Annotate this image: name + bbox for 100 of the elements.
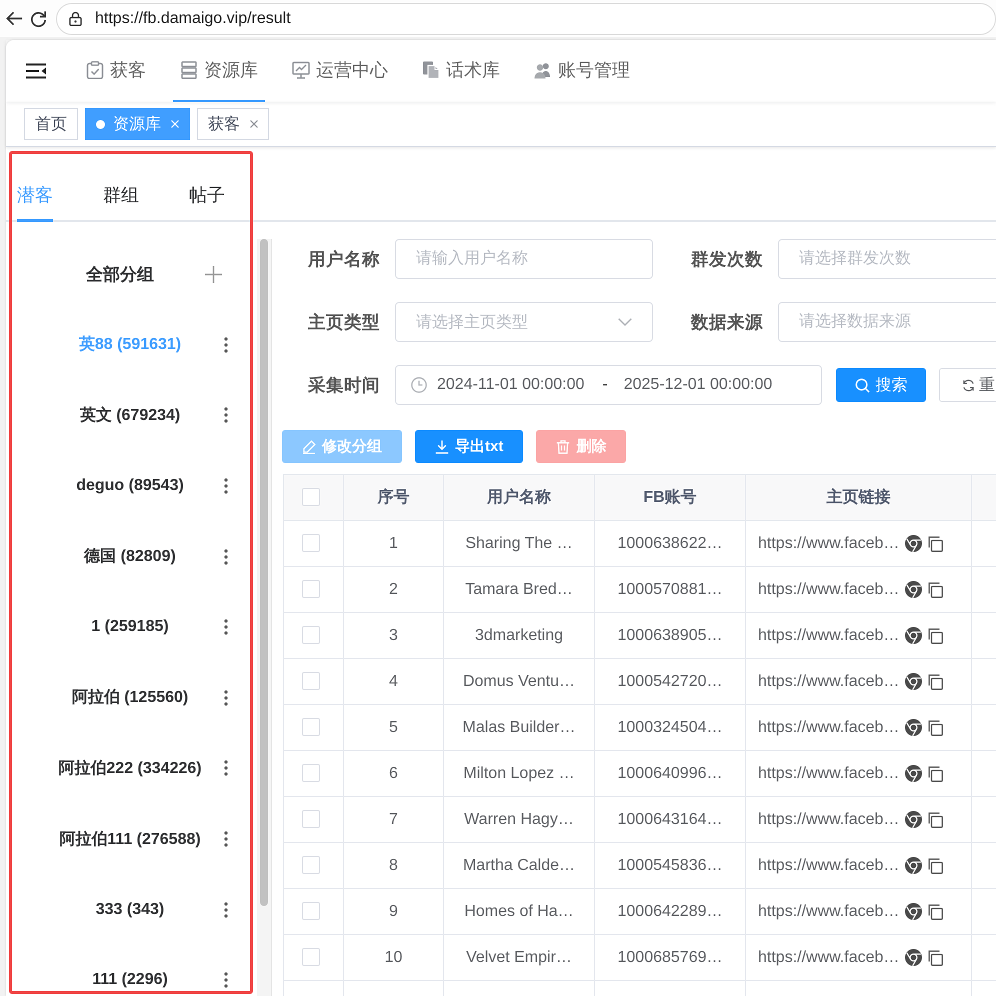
row-checkbox[interactable] xyxy=(302,810,320,828)
copy-icon[interactable] xyxy=(927,536,944,552)
more-icon[interactable] xyxy=(224,690,228,706)
column-header: 序号 xyxy=(344,474,444,520)
more-icon[interactable] xyxy=(224,831,228,848)
table-cell: Tamara Bred… xyxy=(444,566,594,612)
more-icon[interactable] xyxy=(224,336,228,353)
nav-tab[interactable]: 账号管理 xyxy=(527,40,637,102)
nav-tab[interactable]: 获客 xyxy=(79,40,153,102)
address-bar[interactable]: https://fb.damaigo.vip/result xyxy=(56,2,996,34)
browser-icon[interactable] xyxy=(905,903,922,920)
reset-button[interactable]: 重 xyxy=(939,368,996,402)
more-icon[interactable] xyxy=(224,902,228,918)
profile-url: https://www.faceb… xyxy=(758,672,900,690)
table-cell: 1 xyxy=(344,520,444,566)
profile-url: https://www.faceb… xyxy=(758,948,900,966)
group-item[interactable]: 阿拉伯111 (276588) xyxy=(59,830,201,848)
row-checkbox[interactable] xyxy=(302,580,320,598)
nav-tab[interactable]: 资源库 xyxy=(173,40,265,102)
profile-url: https://www.faceb… xyxy=(758,718,900,736)
pencil-icon xyxy=(302,440,316,454)
clock-icon xyxy=(411,377,427,393)
menu-icon[interactable] xyxy=(26,63,46,79)
browser-icon[interactable] xyxy=(905,581,922,598)
text-input[interactable]: 请选择数据来源 xyxy=(778,302,996,342)
copy-icon[interactable] xyxy=(927,858,944,874)
group-list-title: 全部分组 xyxy=(86,264,154,284)
profile-url: https://www.faceb… xyxy=(758,856,900,874)
row-checkbox[interactable] xyxy=(302,902,320,920)
page-tag[interactable]: 首页 xyxy=(24,108,78,140)
group-item[interactable]: deguo (89543) xyxy=(76,477,184,494)
row-checkbox[interactable] xyxy=(302,626,320,644)
page-tag[interactable]: 获客 xyxy=(197,108,269,140)
more-icon[interactable] xyxy=(224,478,228,494)
copy-icon[interactable] xyxy=(927,582,944,598)
profile-url: https://www.faceb… xyxy=(758,580,900,598)
search-icon xyxy=(854,378,870,392)
row-checkbox[interactable] xyxy=(302,764,320,782)
copy-icon[interactable] xyxy=(927,628,944,644)
table-cell: 1000324504… xyxy=(594,704,746,750)
monitor-chart-icon xyxy=(292,61,310,79)
browser-icon[interactable] xyxy=(905,857,922,874)
browser-icon[interactable] xyxy=(905,535,922,552)
range-separator: - xyxy=(602,376,608,394)
text-input[interactable]: 请选择群发次数 xyxy=(778,239,996,279)
table-cell: 1000642289… xyxy=(594,888,746,934)
row-checkbox[interactable] xyxy=(302,534,320,552)
start-date-value: 2024-11-01 00:00:00 xyxy=(437,376,584,394)
group-item[interactable]: 阿拉伯 (125560) xyxy=(72,689,188,706)
table-cell: 8 xyxy=(344,842,444,888)
nav-tab[interactable]: 运营中心 xyxy=(285,40,395,102)
table-cell: Martha Calde… xyxy=(444,842,594,888)
table-cell: 1000638905… xyxy=(594,612,746,658)
table-cell: Velvet Empir… xyxy=(444,934,594,980)
group-item[interactable]: 111 (2296) xyxy=(92,971,168,988)
more-icon[interactable] xyxy=(224,760,228,776)
end-date-value: 2025-12-01 00:00:00 xyxy=(624,376,772,394)
more-icon[interactable] xyxy=(224,548,228,565)
table-cell: 9 xyxy=(344,888,444,934)
group-item[interactable]: 333 (343) xyxy=(96,900,164,918)
group-item[interactable]: 英文 (679234) xyxy=(80,406,180,424)
copy-icon[interactable] xyxy=(927,674,944,690)
group-item[interactable]: 阿拉伯222 (334226) xyxy=(58,760,202,777)
profile-url: https://www.faceb… xyxy=(758,764,900,782)
field-label: 采集时间 xyxy=(308,375,380,395)
row-checkbox[interactable] xyxy=(302,672,320,690)
select-all-checkbox[interactable] xyxy=(302,488,320,506)
browser-icon[interactable] xyxy=(905,719,922,736)
scrollbar-thumb[interactable] xyxy=(260,239,268,906)
copy-icon[interactable] xyxy=(927,766,944,782)
plus-icon[interactable] xyxy=(205,266,222,283)
nav-tab[interactable]: 话术库 xyxy=(415,40,507,102)
browser-icon[interactable] xyxy=(905,627,922,644)
table-cell: 2 xyxy=(344,566,444,612)
copy-icon[interactable] xyxy=(927,720,944,736)
more-icon[interactable] xyxy=(224,407,228,424)
row-checkbox[interactable] xyxy=(302,856,320,874)
more-icon[interactable] xyxy=(224,619,228,636)
text-input[interactable]: 请输入用户名称 xyxy=(395,239,653,279)
copy-icon[interactable] xyxy=(927,812,944,828)
row-checkbox[interactable] xyxy=(302,718,320,736)
date-range-field[interactable]: 2024-11-01 00:00:00 - 2025-12-01 00:00:00 xyxy=(395,365,822,405)
close-icon[interactable] xyxy=(250,120,258,128)
group-item[interactable]: 1 (259185) xyxy=(91,618,169,636)
browser-icon[interactable] xyxy=(905,949,922,966)
more-icon[interactable] xyxy=(224,972,228,988)
table-cell: 1000570881… xyxy=(594,566,746,612)
tab[interactable]: 帖子 xyxy=(189,171,225,222)
browser-icon[interactable] xyxy=(905,811,922,828)
row-checkbox[interactable] xyxy=(302,948,320,966)
copy-icon[interactable] xyxy=(927,950,944,966)
browser-icon[interactable] xyxy=(905,765,922,782)
table-cell: 1000542720… xyxy=(594,658,746,704)
table-cell: Milton Lopez … xyxy=(444,750,594,796)
chevron-down-icon xyxy=(618,318,632,326)
tab[interactable]: 群组 xyxy=(103,171,139,222)
table-cell: Homes of Ha… xyxy=(444,888,594,934)
copy-icon[interactable] xyxy=(927,904,944,920)
group-item[interactable]: 德国 (82809) xyxy=(84,548,176,566)
browser-icon[interactable] xyxy=(905,673,922,690)
